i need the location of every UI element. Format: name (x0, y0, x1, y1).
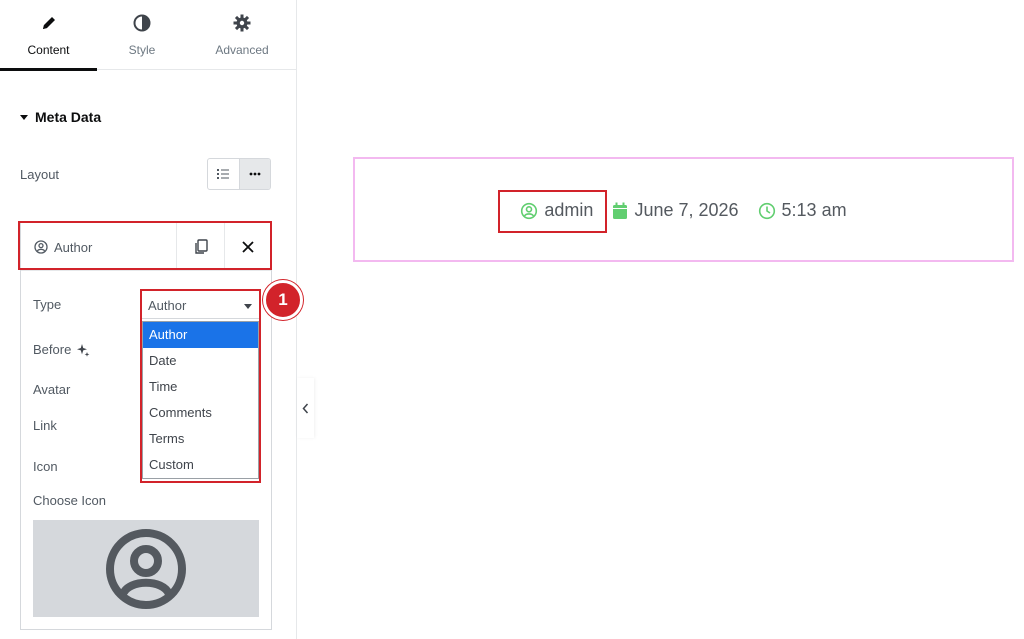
repeater-item-author: Author Type Author Author Date Time Comm… (20, 222, 272, 630)
choose-icon-label: Choose Icon (33, 493, 106, 508)
author-highlight-box (498, 190, 607, 233)
layout-list-option[interactable] (208, 159, 239, 189)
pencil-icon (0, 14, 97, 34)
before-field: Before (33, 342, 90, 357)
tab-advanced-label: Advanced (215, 43, 269, 57)
clock-icon (758, 202, 775, 219)
section-meta-data[interactable]: Meta Data (20, 109, 101, 125)
icon-label: Icon (33, 459, 58, 474)
editor-panel: Content Style Advanced Meta Data Layout (0, 0, 297, 639)
gear-icon (187, 14, 297, 34)
step-badge: 1 (263, 280, 303, 320)
link-label: Link (33, 418, 57, 433)
tab-content-label: Content (27, 43, 70, 57)
choose-icon-preview[interactable] (33, 520, 259, 617)
calendar-icon (613, 202, 628, 219)
panel-collapse-button[interactable] (297, 378, 314, 438)
preview-widget[interactable]: admin June 7, 2026 5:13 am (353, 157, 1014, 262)
meta-date-text: June 7, 2026 (634, 200, 739, 220)
repeater-header-highlight-box (18, 221, 272, 270)
layout-toggle (207, 158, 271, 190)
meta-date: June 7, 2026 (612, 200, 739, 221)
section-title: Meta Data (35, 109, 102, 125)
contrast-icon (97, 14, 187, 34)
tab-style-label: Style (128, 43, 156, 57)
layout-inline-option[interactable] (238, 159, 270, 189)
meta-time-text: 5:13 am (781, 200, 847, 220)
ai-sparkle-icon[interactable] (76, 343, 90, 357)
layout-label: Layout (20, 167, 60, 182)
tab-content[interactable]: Content (0, 0, 97, 71)
type-label: Type (33, 297, 62, 312)
chevron-left-icon (302, 403, 309, 413)
panel-tabs: Content Style Advanced (0, 0, 297, 71)
tab-advanced[interactable]: Advanced (187, 0, 297, 70)
list-icon (217, 169, 230, 179)
ellipsis-icon (249, 172, 261, 176)
caret-down-icon (20, 114, 28, 120)
before-label: Before (33, 342, 72, 357)
dropdown-highlight-box (140, 289, 261, 483)
post-meta-list: admin June 7, 2026 5:13 am (355, 200, 1012, 221)
tab-style[interactable]: Style (97, 0, 187, 70)
user-circle-icon (106, 528, 186, 609)
avatar-label: Avatar (33, 382, 71, 397)
meta-time: 5:13 am (758, 200, 847, 221)
